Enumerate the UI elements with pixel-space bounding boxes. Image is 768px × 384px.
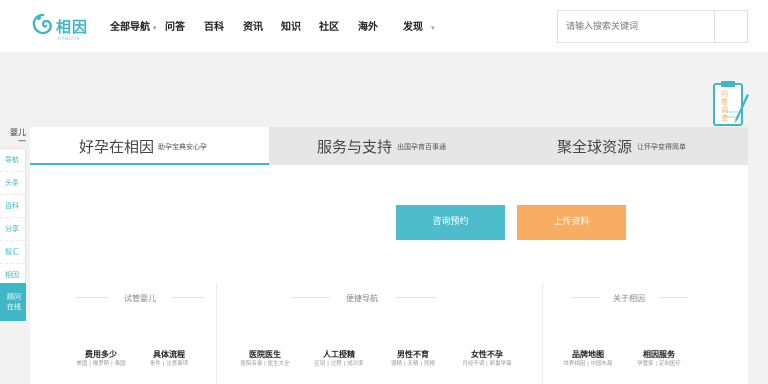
tab-subtitle: 让怀孕变得简单 bbox=[637, 143, 686, 151]
nav-discover[interactable]: 发现 ▾ bbox=[403, 18, 435, 33]
search-button[interactable] bbox=[715, 11, 748, 42]
link-title: 医院医生 bbox=[249, 350, 281, 359]
tab-subtitle: 助孕宝典安心孕 bbox=[158, 143, 207, 151]
link-xiangyin-service[interactable]: 相因服务 孕管家 | 定制医疗 bbox=[628, 350, 690, 368]
divider bbox=[658, 297, 688, 298]
column-heading: 关于相因 bbox=[613, 294, 645, 303]
link-subtitle: 孕管家 | 定制医疗 bbox=[637, 361, 681, 367]
link-title: 男性不育 bbox=[397, 350, 429, 359]
sidebar-item-nav[interactable]: 导航 bbox=[0, 149, 25, 172]
online-consultant-button[interactable]: 顾问 在线 bbox=[0, 283, 26, 321]
link-subtitle: 医院名录 | 医生大全 bbox=[240, 361, 290, 367]
search-icon bbox=[715, 11, 748, 42]
nav-news[interactable]: 资讯 bbox=[243, 18, 263, 33]
divider bbox=[570, 297, 600, 298]
nav-overseas[interactable]: 海外 bbox=[358, 18, 378, 33]
link-hospitals-doctors[interactable]: 医院医生 医院名录 | 医生大全 bbox=[230, 350, 300, 368]
nav-encyclopedia[interactable]: 百科 bbox=[204, 18, 224, 33]
tab-title: 好孕在相因 bbox=[79, 138, 155, 156]
logo-text: 相因 bbox=[56, 18, 89, 36]
tab-good-pregnancy[interactable]: 好孕在相因 助孕宝典安心孕 bbox=[30, 127, 269, 165]
top-header: 相因 XIANGYIN 全部导航 ▾ 问答 百科 资讯 知识 社区 海外 发现 ▾ bbox=[0, 0, 768, 52]
column-heading: 便捷导航 bbox=[346, 294, 378, 303]
nav-all-label: 全部导航 bbox=[110, 22, 150, 33]
column-heading: 试管婴儿 bbox=[124, 294, 156, 303]
divider bbox=[396, 297, 436, 298]
upload-button[interactable]: 上传资料 bbox=[517, 205, 626, 240]
link-title: 费用多少 bbox=[85, 350, 117, 359]
site-logo[interactable]: 相因 XIANGYIN bbox=[30, 10, 92, 42]
survey-widget[interactable]: 问卷调查 bbox=[713, 80, 749, 128]
link-subtitle: 美国 | 俄罗斯 | 泰国 bbox=[76, 361, 126, 367]
link-title: 品牌地图 bbox=[572, 350, 604, 359]
sidebar-item-share[interactable]: 分享 bbox=[0, 218, 25, 241]
consult-button[interactable]: 咨询预约 bbox=[396, 205, 505, 240]
nav-discover-label: 发现 bbox=[403, 22, 423, 33]
tab-global-resources[interactable]: 聚全球资源 让怀孕变得简单 bbox=[509, 127, 748, 165]
survey-clipboard-icon bbox=[713, 81, 749, 126]
chevron-down-icon: ▾ bbox=[431, 24, 435, 32]
logo-subtext: XIANGYIN bbox=[57, 36, 81, 41]
survey-label: 问卷调查 bbox=[721, 90, 728, 122]
nav-community[interactable]: 社区 bbox=[319, 18, 339, 33]
link-ivf-cost[interactable]: 费用多少 美国 | 俄罗斯 | 泰国 bbox=[70, 350, 132, 368]
tab-title: 聚全球资源 bbox=[557, 138, 633, 156]
link-male-infertility[interactable]: 男性不育 弱精 | 无精 | 死精 bbox=[378, 350, 448, 368]
link-subtitle: 月经不调 | 卵巢早衰 bbox=[462, 361, 512, 367]
divider bbox=[172, 297, 204, 298]
logo-icon bbox=[32, 13, 52, 35]
link-artificial-insemination[interactable]: 人工授精 区别 | 过程 | 成功率 bbox=[304, 350, 374, 368]
tab-content: 咨询预约 上传资料 试管婴儿 便捷导航 关于相因 费用多少 美国 | 俄罗斯 |… bbox=[30, 165, 748, 384]
nav-all[interactable]: 全部导航 ▾ bbox=[110, 18, 157, 33]
link-ivf-process[interactable]: 具体流程 条件 | 注意事项 bbox=[138, 350, 200, 368]
sidebar-heading: 婴儿 一 bbox=[10, 128, 26, 146]
tab-service-support[interactable]: 服务与支持 出国孕育百事通 bbox=[269, 127, 509, 165]
search-input[interactable] bbox=[558, 11, 714, 42]
divider bbox=[76, 297, 108, 298]
sidebar-list: 导航 头条 百科 分享 智汇 相因 bbox=[0, 148, 26, 288]
search-box bbox=[557, 10, 748, 43]
link-female-infertility[interactable]: 女性不孕 月经不调 | 卵巢早衰 bbox=[452, 350, 522, 368]
nav-qa[interactable]: 问答 bbox=[165, 18, 185, 33]
feature-tabs: 好孕在相因 助孕宝典安心孕 服务与支持 出国孕育百事通 聚全球资源 让怀孕变得简… bbox=[30, 127, 748, 165]
column-separator bbox=[216, 283, 217, 384]
tab-title: 服务与支持 bbox=[317, 138, 393, 156]
chevron-down-icon: ▾ bbox=[153, 24, 157, 32]
link-title: 相因服务 bbox=[643, 350, 675, 359]
link-title: 具体流程 bbox=[153, 350, 185, 359]
sidebar-item-encyclopedia[interactable]: 百科 bbox=[0, 195, 25, 218]
link-brand-map[interactable]: 品牌地图 世界相因 | 中国布局 bbox=[558, 350, 618, 368]
link-title: 人工授精 bbox=[323, 350, 355, 359]
link-subtitle: 世界相因 | 中国布局 bbox=[563, 361, 613, 367]
link-subtitle: 条件 | 注意事项 bbox=[149, 361, 189, 367]
column-separator bbox=[542, 283, 543, 384]
sidebar-item-headlines[interactable]: 头条 bbox=[0, 172, 25, 195]
tab-subtitle: 出国孕育百事通 bbox=[397, 143, 446, 151]
link-subtitle: 区别 | 过程 | 成功率 bbox=[314, 361, 364, 367]
nav-knowledge[interactable]: 知识 bbox=[281, 18, 301, 33]
divider bbox=[290, 297, 330, 298]
link-subtitle: 弱精 | 无精 | 死精 bbox=[391, 361, 435, 367]
link-title: 女性不孕 bbox=[471, 350, 503, 359]
sidebar-item-zhihui[interactable]: 智汇 bbox=[0, 241, 25, 264]
